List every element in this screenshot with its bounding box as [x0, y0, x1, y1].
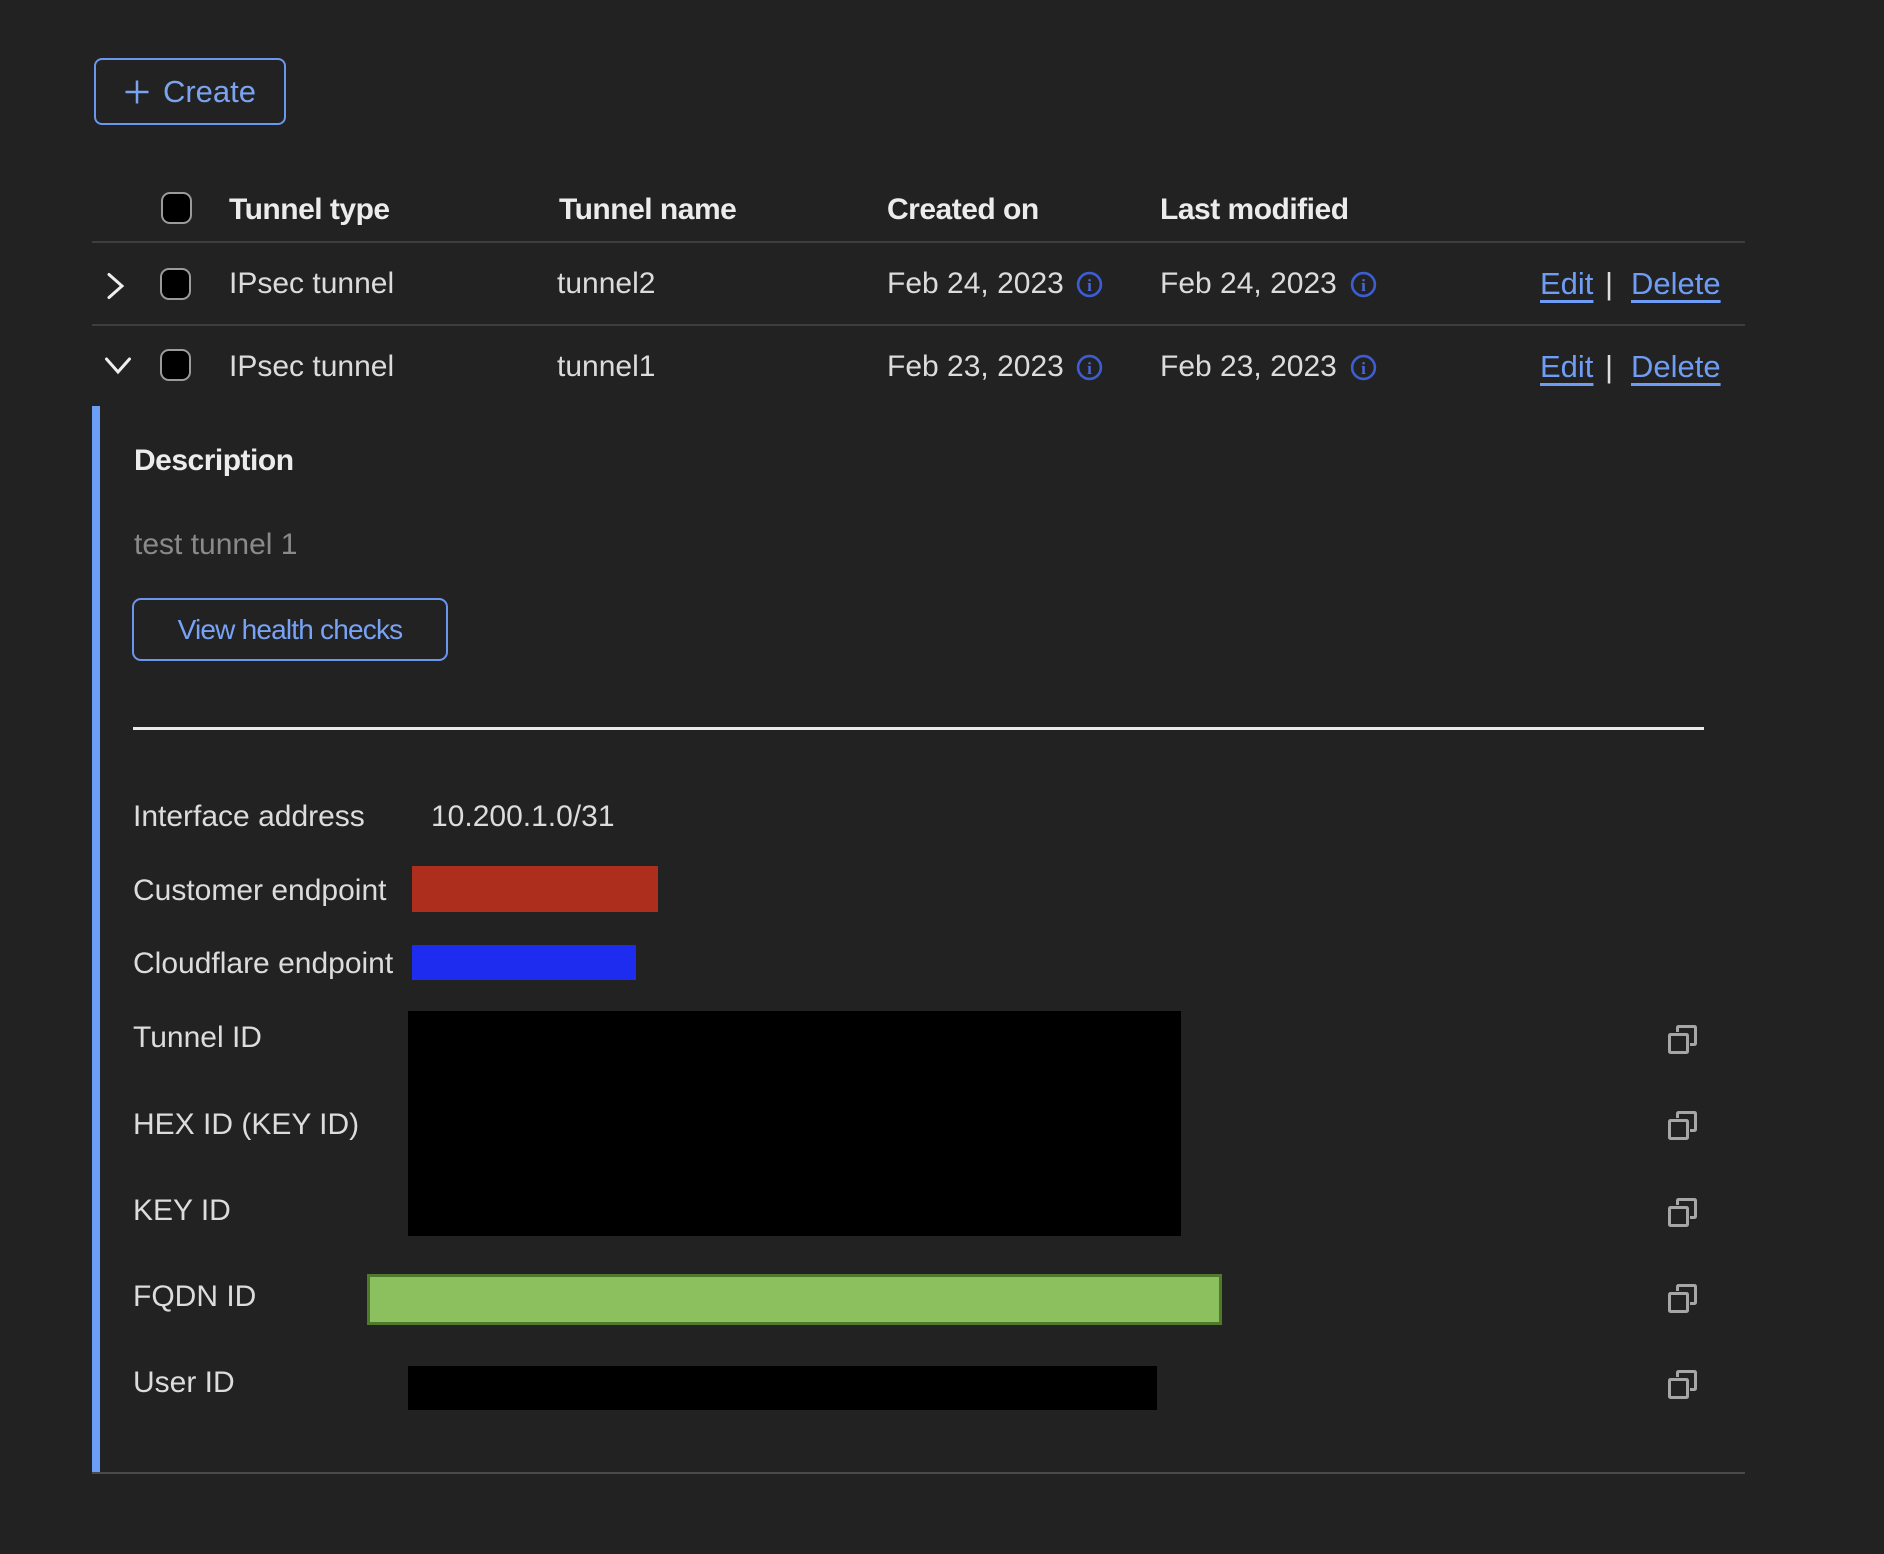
svg-text:i: i — [1361, 276, 1366, 295]
svg-text:i: i — [1087, 359, 1092, 378]
svg-text:i: i — [1361, 359, 1366, 378]
svg-text:i: i — [1087, 276, 1092, 295]
